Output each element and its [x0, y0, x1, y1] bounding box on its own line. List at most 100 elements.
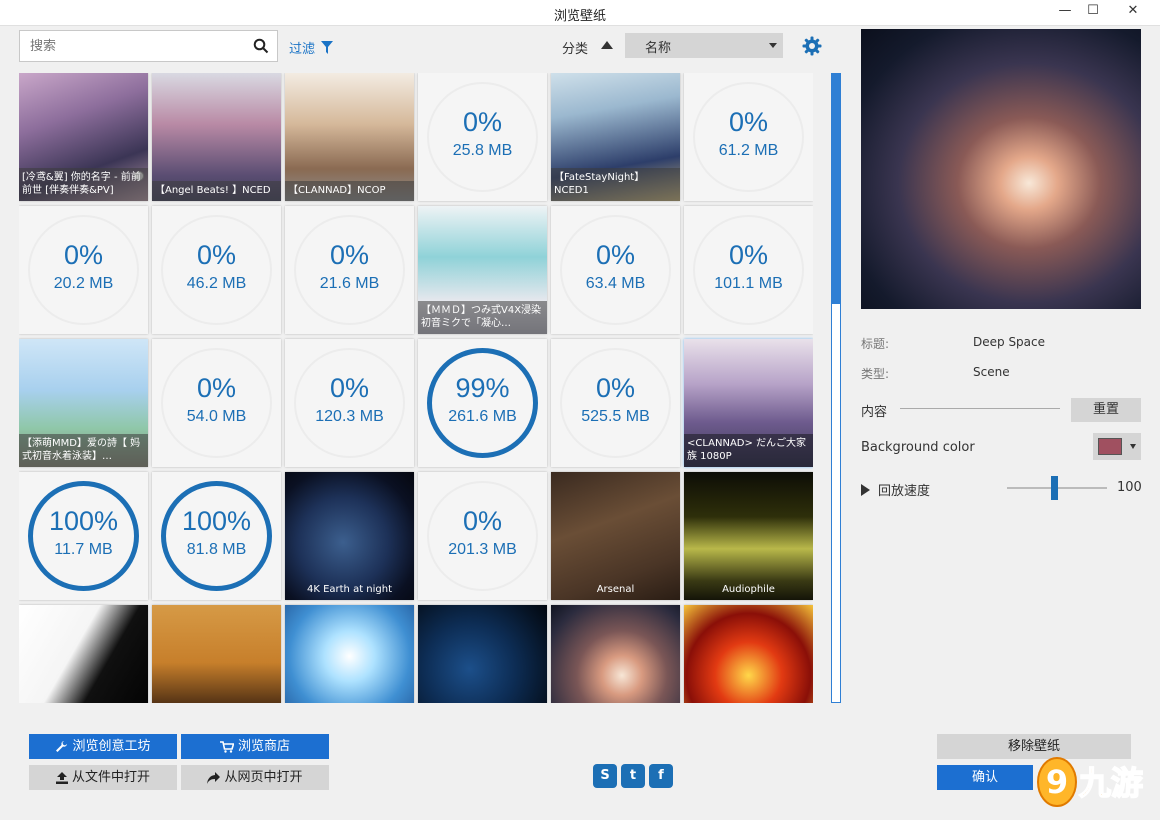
download-size: 201.3 MB — [448, 541, 517, 558]
title-bar: 浏览壁纸 — ☐ ✕ — [0, 0, 1160, 26]
steam-icon[interactable]: S — [593, 764, 617, 788]
facebook-icon[interactable]: f — [649, 764, 673, 788]
wallpaper-thumbnail — [551, 605, 680, 703]
search-input[interactable] — [20, 31, 240, 61]
wallpaper-caption: 【ＭＭＤ】つみ式V4X浸染初音ミクで「凝心… — [418, 301, 547, 334]
scrollbar-thumb[interactable] — [832, 74, 840, 304]
jiuyou-watermark-logo: 9 九游 — [1037, 757, 1144, 807]
browse-store-button[interactable]: 浏览商店 — [181, 734, 329, 759]
wallpaper-tile[interactable] — [684, 605, 813, 703]
filter-button[interactable]: 过滤 — [289, 38, 334, 57]
download-percent: 99% — [455, 373, 510, 403]
content-divider — [900, 408, 1060, 409]
sort-label: 分类 — [562, 42, 589, 57]
download-tile[interactable]: 0% 63.4 MB — [551, 206, 680, 334]
title-label: 标题: — [861, 337, 890, 351]
download-size: 21.6 MB — [319, 275, 380, 292]
wallpaper-tile[interactable]: 【FateStayNight】NCED1 — [551, 73, 680, 201]
expand-triangle-icon[interactable] — [861, 483, 870, 496]
download-percent: 0% — [329, 240, 370, 270]
wallpaper-caption: 【FateStayNight】NCED1 — [551, 168, 680, 201]
download-tile[interactable]: 0% 20.2 MB — [19, 206, 148, 334]
download-tile[interactable]: 0% 101.1 MB — [684, 206, 813, 334]
download-tile[interactable]: 0% 201.3 MB — [418, 472, 547, 600]
browse-workshop-button[interactable]: 浏览创意工坊 — [29, 734, 177, 759]
reset-button[interactable]: 重置 — [1071, 398, 1141, 422]
download-size: 525.5 MB — [581, 408, 650, 425]
wallpaper-thumbnail — [684, 605, 813, 703]
wallpaper-tile[interactable]: 【Angel Beats! 】NCED — [152, 73, 281, 201]
share-arrow-icon — [207, 771, 221, 784]
sort-select[interactable]: 名称 — [625, 33, 783, 58]
open-from-file-button[interactable]: 从文件中打开 — [29, 765, 177, 790]
wallpaper-tile[interactable] — [285, 605, 414, 703]
wallpaper-tile[interactable]: [冷鸢&翼] 你的名字 - 前前前世 [伴奏伴奏&PV] — [19, 73, 148, 201]
download-percent: 0% — [196, 240, 237, 270]
download-tile[interactable]: 100% 81.8 MB — [152, 472, 281, 600]
wallpaper-tile-selected[interactable] — [551, 605, 680, 703]
type-label: 类型: — [861, 367, 890, 381]
wallpaper-tile[interactable]: 4K Earth at night — [285, 472, 414, 600]
download-tile[interactable]: 0% 54.0 MB — [152, 339, 281, 467]
filter-label: 过滤 — [289, 42, 316, 57]
download-percent: 100% — [48, 506, 119, 536]
download-tile[interactable]: 0% 525.5 MB — [551, 339, 680, 467]
download-size: 261.6 MB — [448, 408, 517, 425]
slider-thumb[interactable] — [1051, 476, 1058, 500]
wallpaper-tile[interactable]: Arsenal — [551, 472, 680, 600]
open-from-web-label: 从网页中打开 — [224, 770, 303, 785]
download-tile[interactable]: 99% 261.6 MB — [418, 339, 547, 467]
download-tile[interactable]: 100% 11.7 MB — [19, 472, 148, 600]
download-percent: 100% — [181, 506, 252, 536]
wallpaper-caption: [冷鸢&翼] 你的名字 - 前前前世 [伴奏伴奏&PV] — [19, 168, 148, 201]
download-size: 25.8 MB — [452, 142, 513, 159]
close-button[interactable]: ✕ — [1110, 0, 1156, 24]
download-tile[interactable]: 0% 120.3 MB — [285, 339, 414, 467]
cart-icon — [219, 740, 234, 753]
twitter-icon[interactable]: t — [621, 764, 645, 788]
download-size: 54.0 MB — [186, 408, 247, 425]
download-tile[interactable]: 0% 21.6 MB — [285, 206, 414, 334]
wallpaper-tile[interactable] — [418, 605, 547, 703]
download-size: 61.2 MB — [718, 142, 779, 159]
open-from-web-button[interactable]: 从网页中打开 — [181, 765, 329, 790]
wallpaper-caption: 【CLANNAD】NCOP — [285, 181, 414, 201]
wallpaper-tile[interactable]: Audiophile — [684, 472, 813, 600]
download-size: 20.2 MB — [53, 275, 114, 292]
download-percent: 0% — [728, 107, 769, 137]
wallpaper-tile[interactable] — [152, 605, 281, 703]
wallpaper-caption: 4K Earth at night — [306, 584, 393, 595]
search-box[interactable] — [19, 30, 278, 62]
browse-store-label: 浏览商店 — [237, 739, 290, 754]
download-tile[interactable]: 0% 25.8 MB — [418, 73, 547, 201]
confirm-button[interactable]: 确认 — [937, 765, 1033, 790]
wallpaper-tile[interactable]: 【CLANNAD】NCOP — [285, 73, 414, 201]
wallpaper-caption: Audiophile — [722, 584, 775, 595]
sort-direction-icon[interactable] — [601, 41, 613, 49]
wallpaper-tile[interactable]: 【ＭＭＤ】つみ式V4X浸染初音ミクで「凝心… — [418, 206, 547, 334]
download-percent: 0% — [63, 240, 104, 270]
maximize-button[interactable]: ☐ — [1078, 0, 1108, 24]
download-size: 81.8 MB — [186, 541, 247, 558]
watermark-text: 九游 — [1079, 764, 1143, 802]
download-percent: 0% — [462, 506, 503, 536]
download-percent: 0% — [329, 373, 370, 403]
title-value: Deep Space — [973, 335, 1046, 349]
playback-speed-row[interactable]: 回放速度 — [861, 480, 930, 499]
download-size: 46.2 MB — [186, 275, 247, 292]
download-percent: 0% — [196, 373, 237, 403]
download-tile[interactable]: 0% 61.2 MB — [684, 73, 813, 201]
wallpaper-tile[interactable]: 【添萌MMD】爱の詩【 妈式初音水着泳装】… — [19, 339, 148, 467]
minimize-button[interactable]: — — [1050, 0, 1080, 24]
browse-workshop-label: 浏览创意工坊 — [72, 739, 151, 754]
download-percent: 0% — [595, 373, 636, 403]
download-percent: 0% — [462, 107, 503, 137]
wallpaper-tile[interactable] — [19, 605, 148, 703]
color-swatch — [1098, 438, 1122, 455]
download-tile[interactable]: 0% 46.2 MB — [152, 206, 281, 334]
background-color-picker[interactable] — [1093, 433, 1141, 460]
download-size: 101.1 MB — [714, 275, 783, 292]
gear-icon[interactable] — [802, 36, 822, 56]
search-icon[interactable] — [253, 38, 269, 54]
wallpaper-tile[interactable]: <CLANNAD> だんご大家族 1080P — [684, 339, 813, 467]
